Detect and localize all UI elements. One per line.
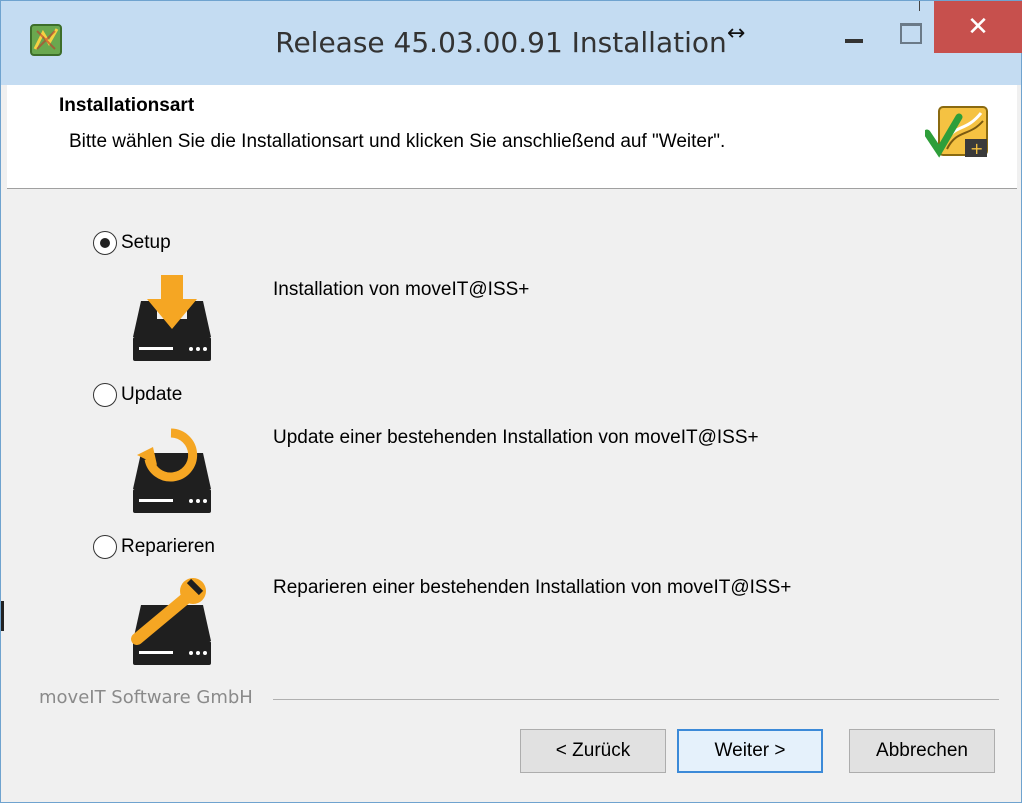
option-description-repair: Reparieren einer bestehenden Installatio… — [273, 577, 792, 598]
footer-divider — [273, 699, 999, 700]
radio-option-setup[interactable]: Setup — [93, 231, 171, 255]
radio-button-repair[interactable] — [93, 535, 117, 559]
option-description-setup: Installation von moveIT@ISS+ — [273, 279, 530, 300]
resize-cursor-icon: ↔ — [727, 21, 746, 46]
radio-button-setup[interactable] — [93, 231, 117, 255]
divider — [919, 1, 920, 11]
radio-label-repair: Reparieren — [121, 536, 215, 557]
refresh-drive-icon — [133, 428, 211, 513]
download-drive-icon — [133, 275, 211, 361]
installer-logo-icon: + — [925, 106, 988, 158]
next-button[interactable]: Weiter > — [677, 729, 823, 773]
radio-label-setup: Setup — [121, 232, 171, 253]
option-description-update: Update einer bestehenden Installation vo… — [273, 427, 759, 448]
wizard-header: Installationsart Bitte wählen Sie die In… — [7, 85, 1017, 189]
radio-label-update: Update — [121, 384, 183, 405]
edge-marker — [1, 601, 4, 631]
radio-option-update[interactable]: Update — [93, 383, 182, 407]
radio-button-update[interactable] — [93, 383, 117, 407]
back-button[interactable]: < Zurück — [520, 729, 666, 773]
page-subtitle: Bitte wählen Sie die Installationsart un… — [69, 131, 726, 152]
svg-text:+: + — [970, 139, 983, 158]
wrench-drive-icon — [131, 578, 211, 665]
cancel-button[interactable]: Abbrechen — [849, 729, 995, 773]
radio-option-repair[interactable]: Reparieren — [93, 535, 215, 559]
maximize-button[interactable] — [885, 11, 931, 55]
title-bar[interactable]: Release 45.03.00.91 Installation ↔ ✕ — [1, 1, 1022, 85]
installer-window: Release 45.03.00.91 Installation ↔ ✕ Ins… — [0, 0, 1022, 803]
page-title: Installationsart — [59, 95, 195, 116]
close-button[interactable]: ✕ — [934, 1, 1022, 53]
vendor-label: moveIT Software GmbH — [39, 687, 253, 708]
minimize-button[interactable] — [831, 11, 877, 55]
